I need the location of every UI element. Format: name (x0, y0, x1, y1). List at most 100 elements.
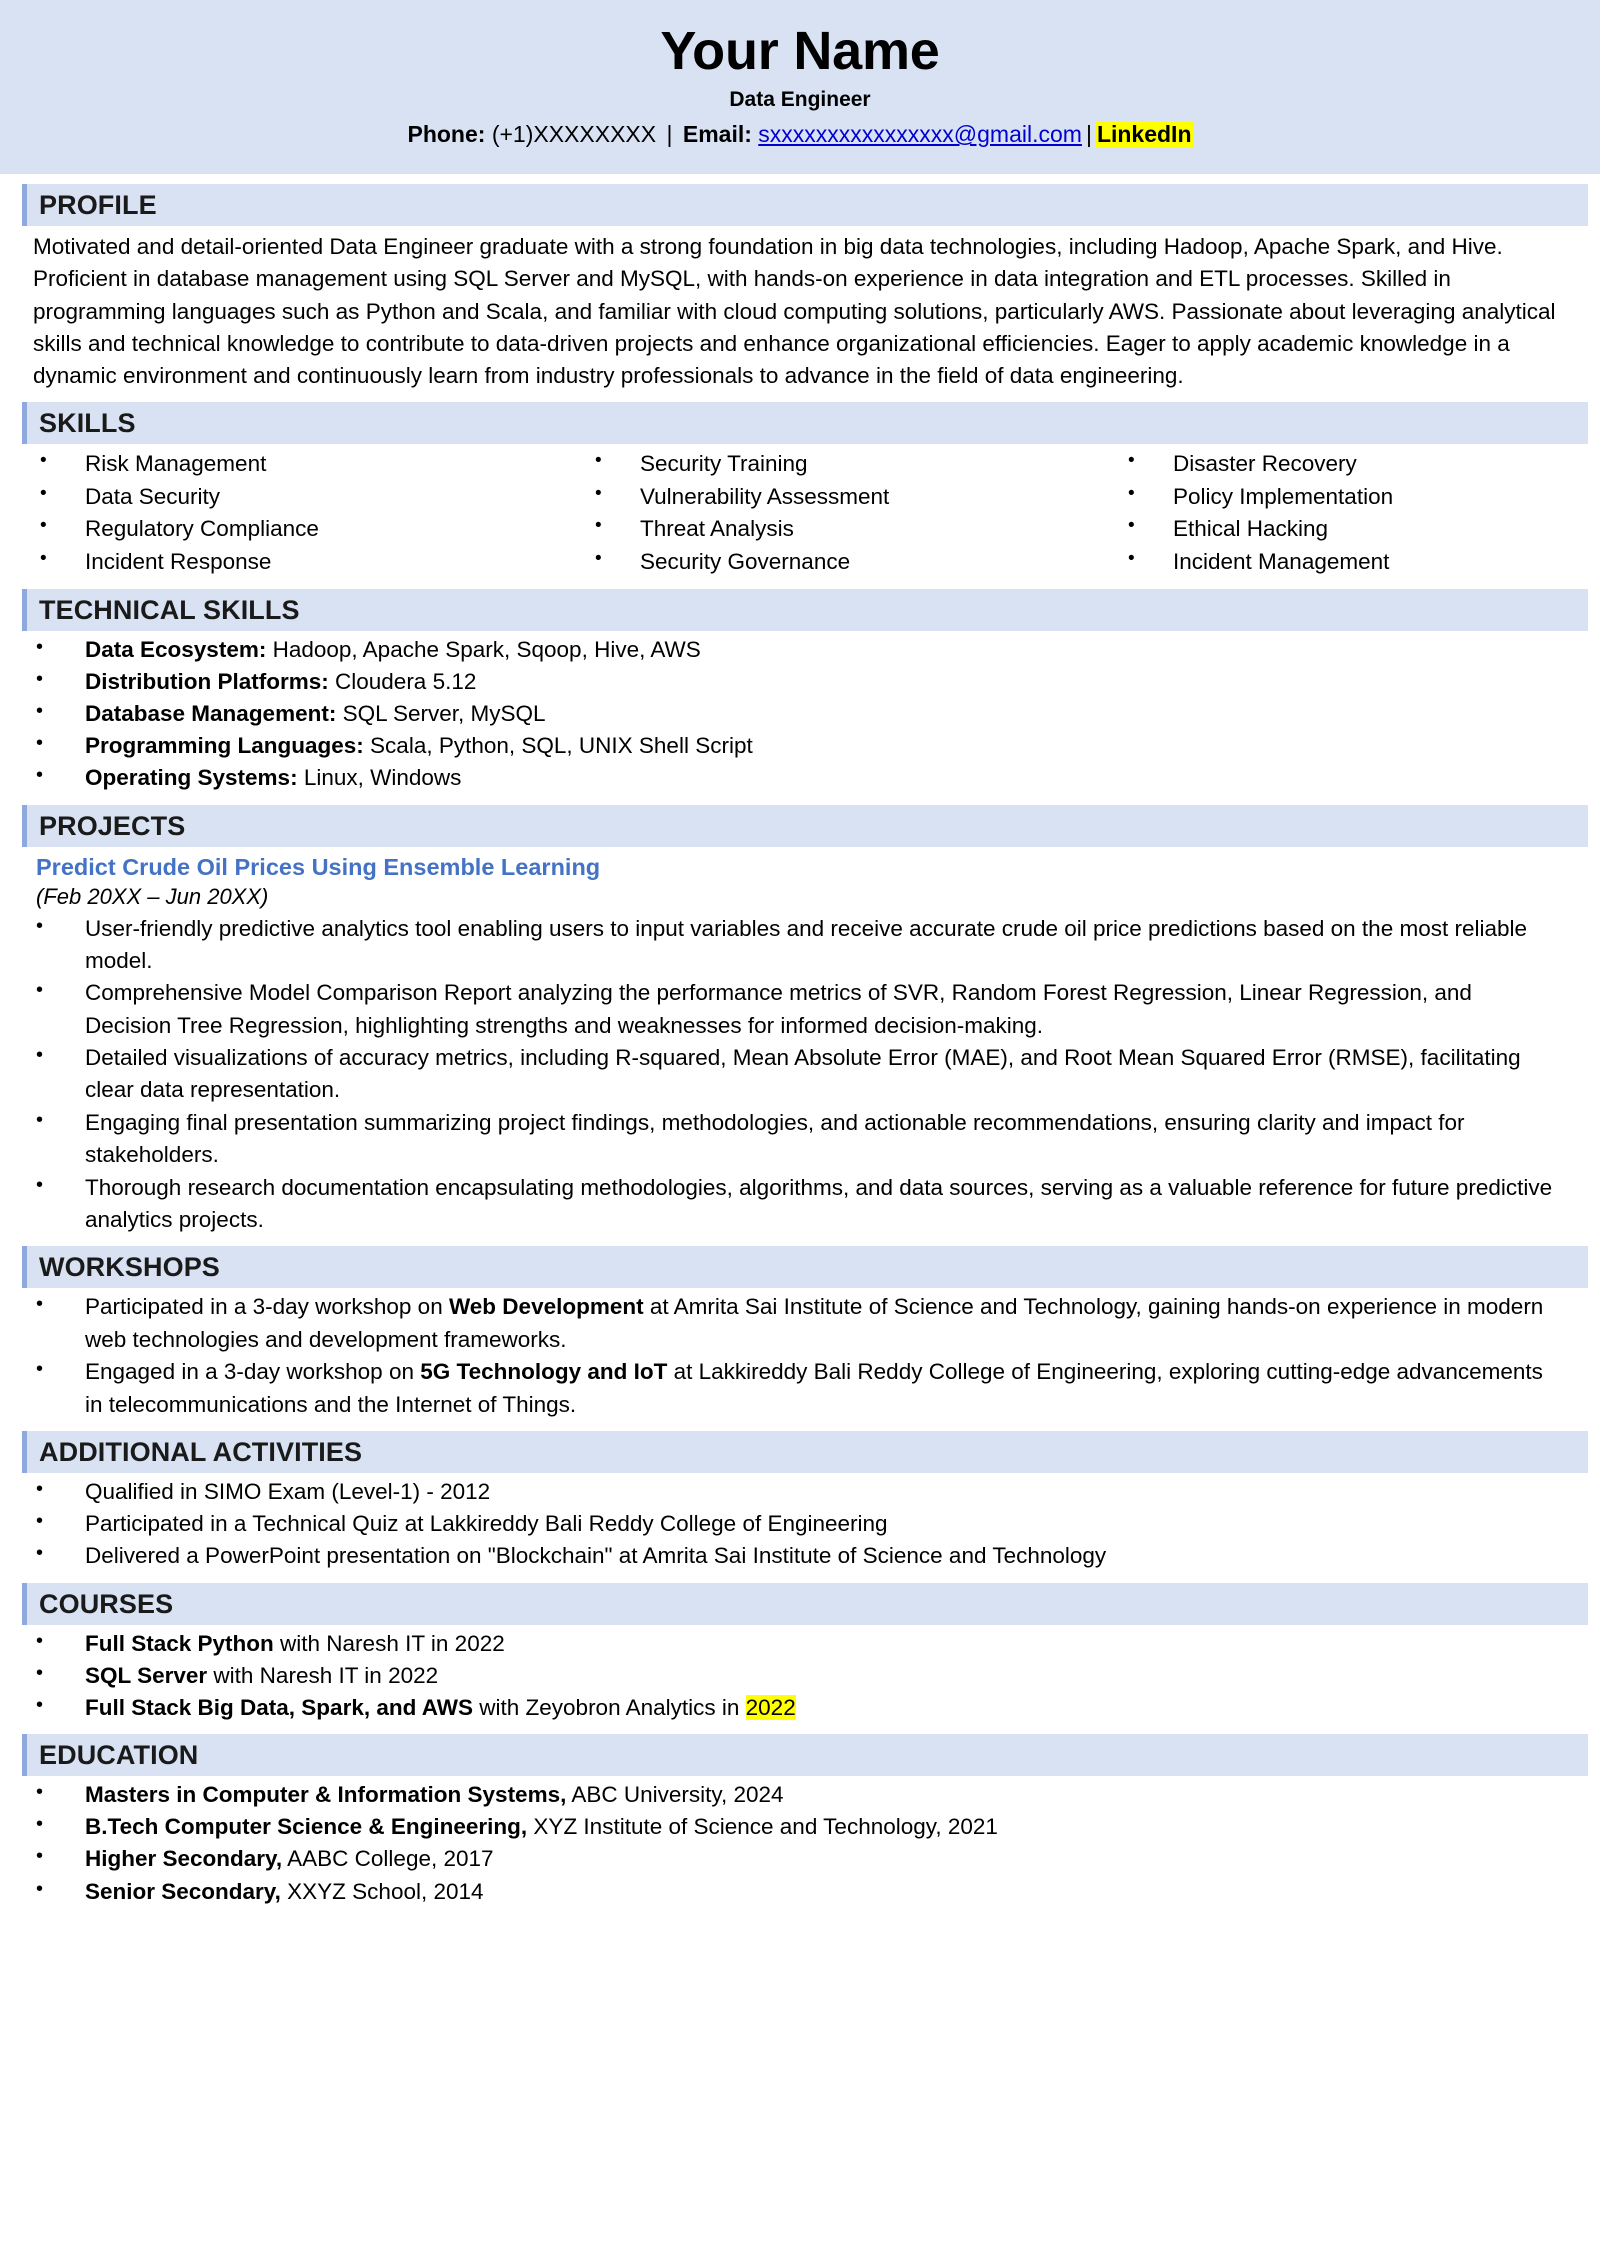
section-title: PROJECTS (39, 810, 186, 841)
contact-separator-1: | (666, 121, 673, 148)
item-value: Cloudera 5.12 (328, 668, 477, 694)
list-item: Threat Analysis (555, 512, 1066, 546)
phone-label: Phone: (407, 121, 486, 148)
education-list: Masters in Computer & Information System… (0, 1778, 1600, 1908)
course-detail: with Naresh IT in 2022 (207, 1662, 439, 1688)
additional-activities-list: Qualified in SIMO Exam (Level-1) - 2012 … (0, 1475, 1600, 1573)
list-item: Participated in a 3-day workshop on Web … (0, 1290, 1564, 1356)
section-projects: PROJECTS Predict Crude Oil Prices Using … (0, 804, 1600, 1237)
section-workshops: WORKSHOPS Participated in a 3-day worksh… (0, 1246, 1600, 1421)
section-additional-activities: ADDITIONAL ACTIVITIES Qualified in SIMO … (0, 1431, 1600, 1573)
degree-name: B.Tech Computer Science & Engineering, (85, 1814, 528, 1840)
list-item: Thorough research documentation encapsul… (0, 1171, 1564, 1237)
section-courses: COURSES Full Stack Python with Naresh IT… (0, 1582, 1600, 1725)
skills-column-3: Disaster Recovery Policy Implementation … (1066, 447, 1599, 579)
list-item: B.Tech Computer Science & Engineering, X… (0, 1810, 1564, 1843)
list-item: Regulatory Compliance (0, 512, 533, 546)
list-item: Disaster Recovery (1088, 447, 1599, 481)
section-skills: SKILLS Risk Management Data Security Reg… (0, 402, 1600, 579)
section-profile: PROFILE Motivated and detail-oriented Da… (0, 184, 1600, 392)
list-item: Full Stack Python with Naresh IT in 2022 (0, 1627, 1564, 1660)
degree-name: Senior Secondary, (85, 1878, 281, 1904)
degree-detail: AABC College, 2017 (282, 1846, 494, 1872)
list-item: Operating Systems: Linux, Windows (0, 761, 1564, 794)
list-item: Participated in a Technical Quiz at Lakk… (0, 1507, 1564, 1540)
item-highlight-text: 5G Technology and IoT (420, 1359, 668, 1385)
section-header-technical-skills: TECHNICAL SKILLS (22, 588, 1588, 631)
section-title: ADDITIONAL ACTIVITIES (39, 1437, 363, 1467)
projects-bullet-list: User-friendly predictive analytics tool … (0, 912, 1600, 1237)
list-item: Security Governance (555, 545, 1066, 579)
section-header-projects: PROJECTS (22, 804, 1588, 847)
item-label: Data Ecosystem: (85, 636, 267, 662)
contact-separator-2: | (1085, 121, 1092, 148)
item-value: SQL Server, MySQL (336, 701, 546, 727)
item-prefix: Engaged in a 3-day workshop on (85, 1359, 421, 1385)
list-item: Database Management: SQL Server, MySQL (0, 697, 1564, 730)
skills-column-2: Security Training Vulnerability Assessme… (533, 447, 1066, 579)
profile-text: Motivated and detail-oriented Data Engin… (33, 234, 1556, 388)
item-label: Distribution Platforms: (85, 668, 329, 694)
list-item: SQL Server with Naresh IT in 2022 (0, 1659, 1564, 1692)
course-detail: with Zeyobron Analytics in (473, 1694, 746, 1720)
item-value: Hadoop, Apache Spark, Sqoop, Hive, AWS (266, 636, 701, 662)
list-item: Incident Management (1088, 545, 1599, 579)
section-title: COURSES (39, 1588, 174, 1619)
list-item: Distribution Platforms: Cloudera 5.12 (0, 665, 1564, 698)
section-header-profile: PROFILE (22, 184, 1588, 227)
degree-name: Higher Secondary, (85, 1846, 283, 1872)
section-header-skills: SKILLS (22, 402, 1588, 445)
technical-skills-list: Data Ecosystem: Hadoop, Apache Spark, Sq… (0, 633, 1600, 795)
list-item: Detailed visualizations of accuracy metr… (0, 1041, 1564, 1107)
degree-detail: XXYZ School, 2014 (280, 1878, 484, 1904)
item-highlight-text: Web Development (448, 1294, 644, 1320)
phone-value: (+1)XXXXXXXX (485, 121, 663, 148)
list-item: Masters in Computer & Information System… (0, 1778, 1564, 1811)
list-item: Programming Languages: Scala, Python, SQ… (0, 729, 1564, 762)
list-item: Qualified in SIMO Exam (Level-1) - 2012 (0, 1475, 1564, 1508)
email-link[interactable]: sxxxxxxxxxxxxxxxx@gmail.com (758, 121, 1082, 147)
section-title: SKILLS (39, 408, 136, 439)
degree-detail: XYZ Institute of Science and Technology,… (527, 1814, 998, 1840)
resume-header-banner: Your Name Data Engineer Phone: (+1)XXXXX… (0, 0, 1600, 175)
courses-list: Full Stack Python with Naresh IT in 2022… (0, 1627, 1600, 1725)
list-item: Senior Secondary, XXYZ School, 2014 (0, 1875, 1564, 1908)
item-value: Scala, Python, SQL, UNIX Shell Script (363, 733, 753, 759)
list-item: Ethical Hacking (1088, 512, 1599, 546)
skills-columns: Risk Management Data Security Regulatory… (0, 447, 1600, 579)
list-item: Policy Implementation (1088, 480, 1599, 514)
email-label: Email: (676, 121, 752, 148)
list-item: User-friendly predictive analytics tool … (0, 912, 1564, 978)
course-year-highlight: 2022 (745, 1694, 796, 1720)
list-item: Engaging final presentation summarizing … (0, 1106, 1564, 1172)
project-title: Predict Crude Oil Prices Using Ensemble … (36, 853, 601, 880)
item-label: Database Management: (85, 701, 337, 727)
section-header-education: EDUCATION (22, 1734, 1588, 1777)
item-value: Linux, Windows (297, 765, 462, 791)
linkedin-link[interactable]: LinkedIn (1095, 121, 1193, 148)
contact-line: Phone: (+1)XXXXXXXX | Email: sxxxxxxxxxx… (0, 121, 1600, 148)
section-title: PROFILE (39, 190, 157, 221)
resume-body: PROFILE Motivated and detail-oriented Da… (0, 184, 1600, 1907)
workshops-list: Participated in a 3-day workshop on Web … (0, 1290, 1600, 1421)
course-name: SQL Server (85, 1662, 208, 1688)
section-header-workshops: WORKSHOPS (22, 1246, 1588, 1289)
list-item: Comprehensive Model Comparison Report an… (0, 976, 1564, 1042)
course-name: Full Stack Python (85, 1630, 274, 1656)
item-prefix: Participated in a 3-day workshop on (85, 1294, 449, 1320)
course-detail: with Naresh IT in 2022 (273, 1630, 505, 1656)
list-item: Full Stack Big Data, Spark, and AWS with… (0, 1691, 1564, 1724)
section-technical-skills: TECHNICAL SKILLS Data Ecosystem: Hadoop,… (0, 588, 1600, 795)
section-title: TECHNICAL SKILLS (39, 594, 300, 625)
list-item: Delivered a PowerPoint presentation on "… (0, 1539, 1564, 1572)
degree-detail: ABC University, 2024 (566, 1782, 784, 1808)
list-item: Data Security (0, 480, 533, 514)
job-title: Data Engineer (729, 88, 871, 112)
list-item: Security Training (555, 447, 1066, 481)
section-header-courses: COURSES (22, 1582, 1588, 1625)
project-dates: (Feb 20XX – Jun 20XX) (36, 883, 269, 909)
list-item: Incident Response (0, 545, 533, 579)
degree-name: Masters in Computer & Information System… (85, 1782, 567, 1808)
item-label: Operating Systems: (85, 765, 298, 791)
list-item: Data Ecosystem: Hadoop, Apache Spark, Sq… (0, 633, 1564, 666)
